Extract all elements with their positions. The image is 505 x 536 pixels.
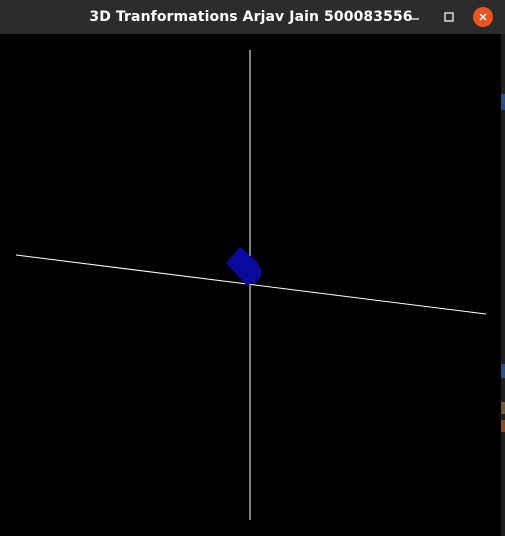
maximize-button[interactable] — [439, 7, 459, 27]
background-window-edge — [501, 34, 505, 536]
render-canvas[interactable] — [0, 34, 501, 536]
maximize-icon — [444, 12, 454, 22]
close-button[interactable] — [473, 7, 493, 27]
window-title: 3D Tranformations Arjav Jain 500083556 — [89, 9, 413, 25]
scene-graphics — [15, 50, 487, 520]
close-icon — [479, 13, 487, 21]
title-bar[interactable]: 3D Tranformations Arjav Jain 500083556 — [0, 0, 505, 34]
minimize-icon — [411, 18, 419, 20]
minimize-button[interactable] — [405, 7, 425, 27]
app-window: 3D Tranformations Arjav Jain 500083556 — [0, 0, 505, 536]
